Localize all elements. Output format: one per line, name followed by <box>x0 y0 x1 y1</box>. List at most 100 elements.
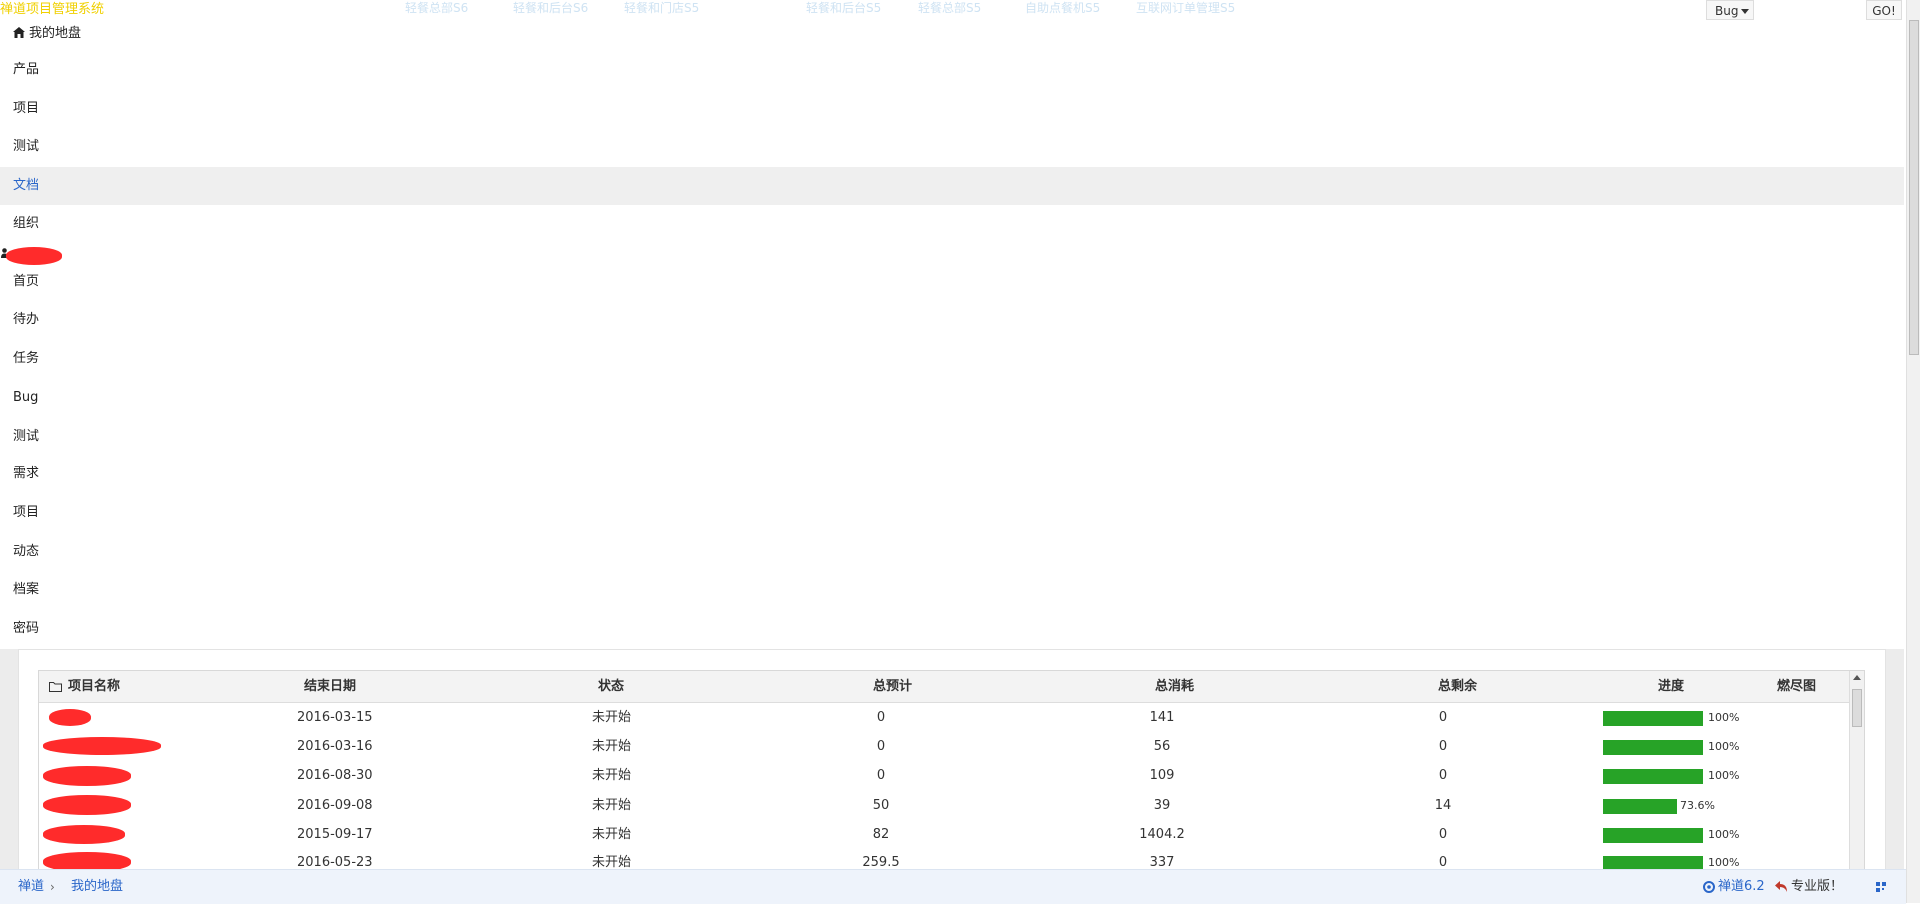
nav-item-test[interactable]: 测试 <box>0 128 1904 166</box>
th-estimate[interactable]: 总预计 <box>873 671 912 702</box>
scroll-up-arrow-icon[interactable] <box>1853 675 1861 680</box>
redacted-project-name[interactable] <box>49 709 91 726</box>
progress-percent: 100% <box>1708 711 1740 724</box>
cell-status: 未开始 <box>592 710 632 725</box>
th-status[interactable]: 状态 <box>598 671 624 702</box>
page-scrollbar[interactable] <box>1906 0 1920 903</box>
cell-left: 0 <box>1438 739 1448 754</box>
content-gutter-left <box>0 649 18 869</box>
qrcode-icon[interactable] <box>1876 882 1886 892</box>
th-left[interactable]: 总剩余 <box>1438 671 1477 702</box>
reply-arrow-icon <box>1775 881 1787 892</box>
chevron-down-icon <box>1741 9 1750 14</box>
redacted-project-name[interactable] <box>43 795 131 815</box>
cell-end-date: 2016-09-08 <box>297 798 373 813</box>
ghost-tab[interactable]: 轻餐和后台S5 <box>806 0 881 16</box>
th-end-date[interactable]: 结束日期 <box>304 671 356 702</box>
breadcrumb-separator-icon: › <box>50 880 55 894</box>
search-type-label: Bug <box>1715 4 1739 18</box>
nav-sub-task[interactable]: 任务 <box>0 340 1904 378</box>
progress-bar <box>1603 828 1703 843</box>
breadcrumb-root[interactable]: 禅道 <box>18 870 44 904</box>
cell-left: 0 <box>1438 855 1448 870</box>
cell-end-date: 2016-03-15 <box>297 710 373 725</box>
redacted-project-name[interactable] <box>43 766 131 786</box>
cell-estimate: 0 <box>876 710 886 725</box>
version-link[interactable]: 禅道6.2 <box>1718 870 1765 904</box>
progress-percent: 100% <box>1708 828 1740 841</box>
table-scrollbar[interactable] <box>1849 671 1864 870</box>
redacted-project-name[interactable] <box>43 825 125 844</box>
ghost-tab[interactable]: 轻餐和后台S6 <box>513 0 588 16</box>
table-row[interactable]: 2016-05-23 未开始 259.5 337 0 100% <box>39 848 1849 870</box>
nav-sub-password[interactable]: 密码 <box>0 610 1904 648</box>
cell-estimate: 0 <box>876 768 886 783</box>
table-header: 项目名称 结束日期 状态 总预计 总消耗 总剩余 进度 燃尽图 <box>39 671 1849 703</box>
cell-left: 0 <box>1438 827 1448 842</box>
cell-end-date: 2015-09-17 <box>297 827 373 842</box>
th-consumed[interactable]: 总消耗 <box>1155 671 1194 702</box>
nav-sub-home[interactable]: 首页 <box>0 263 1904 301</box>
nav-item-doc[interactable]: 文档 <box>0 167 1904 205</box>
table-scroll-thumb[interactable] <box>1852 689 1862 727</box>
progress-bar <box>1603 799 1677 814</box>
zentao-logo-icon <box>1703 881 1715 893</box>
page-scroll-thumb[interactable] <box>1909 20 1919 355</box>
cell-consumed: 141 <box>1149 710 1175 725</box>
ghost-tab[interactable]: 轻餐总部S6 <box>405 0 468 16</box>
breadcrumb-current[interactable]: 我的地盘 <box>71 870 123 904</box>
cell-end-date: 2016-05-23 <box>297 855 373 870</box>
table-row[interactable]: 2016-08-30 未开始 0 109 0 100% <box>39 761 1849 790</box>
cell-consumed: 1404.2 <box>1139 827 1185 842</box>
nav-item-project[interactable]: 项目 <box>0 90 1904 128</box>
progress-bar <box>1603 740 1703 755</box>
progress-percent: 100% <box>1708 740 1740 753</box>
ghost-tab[interactable]: 互联网订单管理S5 <box>1136 0 1235 16</box>
cell-end-date: 2016-03-16 <box>297 739 373 754</box>
cell-status: 未开始 <box>592 827 632 842</box>
cell-status: 未开始 <box>592 739 632 754</box>
ghost-tab[interactable]: 自助点餐机S5 <box>1025 0 1100 16</box>
table-row[interactable]: 2016-03-16 未开始 0 56 0 100% <box>39 732 1849 761</box>
nav-item-org[interactable]: 组织 <box>0 205 1904 243</box>
cell-consumed: 109 <box>1149 768 1175 783</box>
cell-estimate: 82 <box>872 827 890 842</box>
ghost-tab[interactable]: 轻餐和门店S5 <box>624 0 699 16</box>
table-row[interactable]: 2016-03-15 未开始 0 141 0 100% <box>39 703 1849 732</box>
progress-percent: 73.6% <box>1680 799 1715 812</box>
search-type-select[interactable]: Bug <box>1706 0 1754 20</box>
nav-sub-test[interactable]: 测试 <box>0 418 1904 456</box>
cell-left: 14 <box>1434 798 1452 813</box>
nav-sub-todo[interactable]: 待办 <box>0 301 1904 339</box>
nav-sub-project[interactable]: 项目 <box>0 494 1904 532</box>
nav-sub-bug[interactable]: Bug <box>0 379 1904 417</box>
progress-percent: 100% <box>1708 856 1740 869</box>
nav-sub-dynamic[interactable]: 动态 <box>0 533 1904 571</box>
cell-estimate: 50 <box>872 798 890 813</box>
top-bar: 禅道项目管理系统 轻餐总部S6 轻餐和后台S6 轻餐和门店S5 轻餐和后台S5 … <box>0 0 1910 20</box>
progress-percent: 100% <box>1708 769 1740 782</box>
th-progress[interactable]: 进度 <box>1658 671 1684 702</box>
nav-sub-story[interactable]: 需求 <box>0 455 1904 493</box>
cell-status: 未开始 <box>592 798 632 813</box>
nav-item-product[interactable]: 产品 <box>0 51 1904 89</box>
cell-left: 0 <box>1438 710 1448 725</box>
table-row[interactable]: 2015-09-17 未开始 82 1404.2 0 100% <box>39 820 1849 849</box>
progress-bar <box>1603 711 1703 726</box>
table-row[interactable]: 2016-09-08 未开始 50 39 14 73.6% <box>39 791 1849 820</box>
progress-bar <box>1603 769 1703 784</box>
nav-sub-profile[interactable]: 档案 <box>0 571 1904 609</box>
system-title[interactable]: 禅道项目管理系统 <box>0 0 104 17</box>
cell-status: 未开始 <box>592 768 632 783</box>
redacted-project-name[interactable] <box>43 737 161 755</box>
th-project-name[interactable]: 项目名称 <box>68 671 120 702</box>
project-table: 项目名称 结束日期 状态 总预计 总消耗 总剩余 进度 燃尽图 2016-03-… <box>38 670 1865 871</box>
nav-home[interactable]: 我的地盘 <box>13 22 81 41</box>
pro-edition-link[interactable]: 专业版！ <box>1791 870 1843 904</box>
ghost-tab[interactable]: 轻餐总部S5 <box>918 0 981 16</box>
cell-end-date: 2016-08-30 <box>297 768 373 783</box>
cell-left: 0 <box>1438 768 1448 783</box>
home-icon <box>13 27 25 38</box>
go-button[interactable]: GO! <box>1866 0 1902 20</box>
cell-estimate: 259.5 <box>862 855 900 870</box>
